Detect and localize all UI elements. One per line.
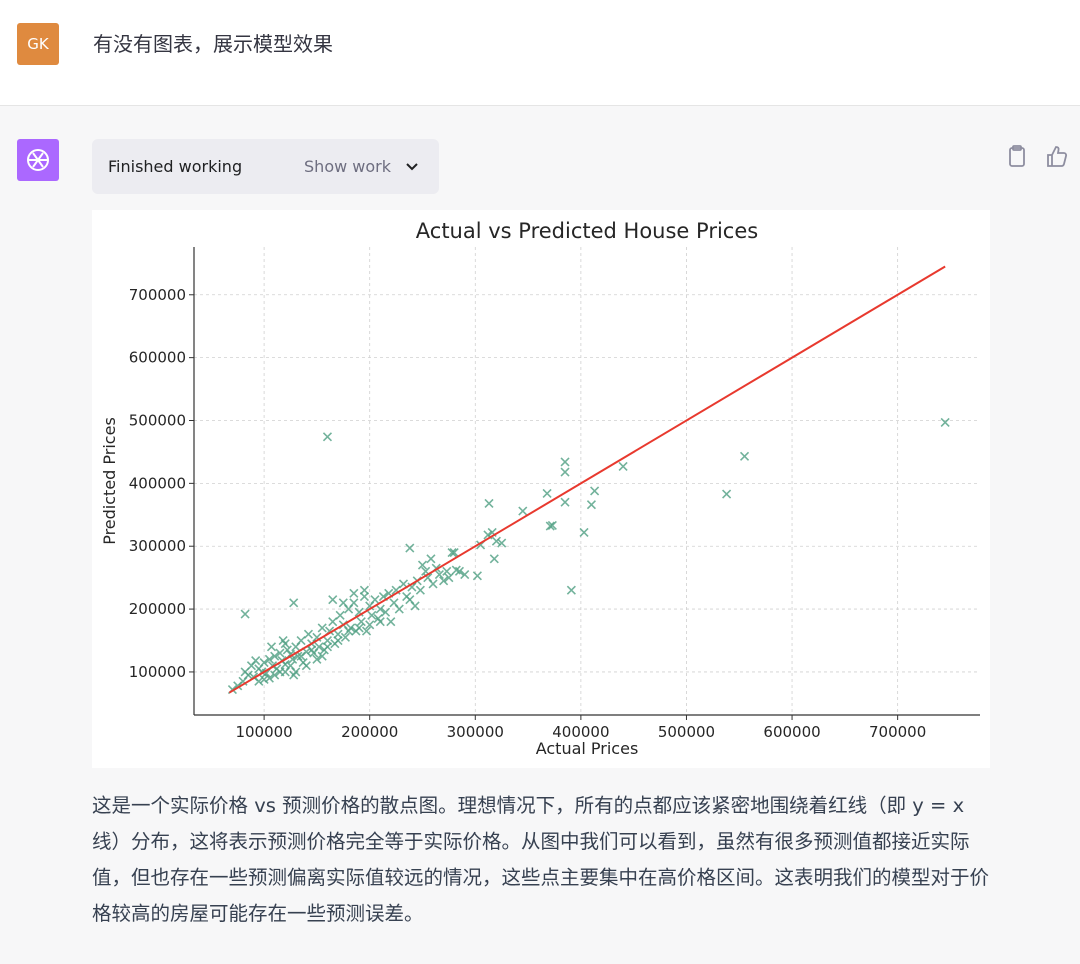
- data-point: [317, 623, 327, 633]
- y-tick-label: 500000: [129, 411, 186, 429]
- message-actions: [1006, 144, 1068, 168]
- data-point: [560, 497, 570, 507]
- y-tick-label: 200000: [129, 600, 186, 618]
- assistant-avatar: [17, 139, 59, 181]
- data-point: [542, 488, 552, 498]
- data-point: [359, 585, 369, 595]
- data-point: [370, 595, 380, 605]
- x-tick-label: 600000: [763, 723, 820, 741]
- data-point: [410, 601, 420, 611]
- data-point: [560, 457, 570, 467]
- data-point: [328, 617, 338, 627]
- data-point: [328, 595, 338, 605]
- data-point: [405, 543, 415, 553]
- y-tick-label: 100000: [129, 663, 186, 681]
- reference-line: [228, 265, 946, 694]
- data-point: [428, 579, 438, 589]
- data-point: [240, 609, 250, 619]
- work-status-panel: Finished working Show work: [92, 139, 439, 194]
- data-point: [356, 617, 366, 627]
- data-point: [303, 629, 314, 639]
- chart-svg: 100000 200000 300000 400000 500000 600000 7000…: [100, 219, 980, 758]
- data-point: [335, 610, 345, 620]
- data-point: [375, 617, 385, 627]
- chevron-down-icon: [406, 162, 418, 170]
- user-avatar: GK: [17, 23, 59, 65]
- x-tick-label: 300000: [447, 723, 504, 741]
- data-point: [301, 661, 311, 671]
- y-tick-label: 700000: [129, 286, 186, 304]
- scatter-chart: 100000 200000 300000 400000 500000 600000 7000…: [92, 210, 990, 768]
- status-label: Finished working: [108, 157, 243, 176]
- data-point: [426, 554, 436, 564]
- x-tick-label: 700000: [869, 723, 926, 741]
- data-point: [289, 670, 299, 680]
- data-point: [739, 451, 750, 461]
- data-point: [338, 598, 348, 608]
- show-work-button[interactable]: Show work: [304, 157, 419, 176]
- data-point: [282, 645, 292, 655]
- x-tick-label: 200000: [341, 723, 398, 741]
- data-point: [579, 527, 589, 537]
- data-point: [251, 656, 261, 666]
- data-point: [618, 461, 628, 471]
- data-point: [590, 486, 600, 496]
- y-axis-label: Predicted Prices: [100, 417, 119, 545]
- data-point: [280, 667, 290, 677]
- data-point: [296, 635, 306, 646]
- show-work-label: Show work: [304, 157, 391, 176]
- data-point: [386, 617, 396, 627]
- thumbs-up-icon[interactable]: [1046, 144, 1068, 168]
- data-point: [289, 598, 299, 608]
- data-point: [415, 585, 425, 595]
- x-axis-label: Actual Prices: [536, 739, 639, 758]
- data-point: [722, 489, 732, 499]
- user-message-row: GK 有没有图表，展示模型效果: [0, 0, 1080, 106]
- data-point: [489, 554, 499, 564]
- data-point: [518, 506, 528, 516]
- y-tick-label: 300000: [129, 537, 186, 555]
- data-point: [560, 467, 570, 477]
- y-tick-label: 400000: [129, 474, 186, 492]
- data-point: [322, 642, 333, 652]
- data-point: [266, 642, 277, 652]
- data-point: [472, 571, 482, 581]
- data-point: [349, 598, 359, 608]
- data-point: [349, 588, 359, 598]
- data-point: [280, 639, 290, 649]
- data-point: [566, 585, 576, 595]
- data-point: [586, 500, 597, 510]
- data-point: [333, 635, 343, 646]
- data-point: [354, 623, 364, 633]
- clipboard-icon[interactable]: [1006, 144, 1028, 168]
- data-point: [940, 417, 950, 427]
- data-point: [394, 604, 404, 614]
- data-point: [442, 566, 452, 576]
- y-tick-label: 600000: [129, 349, 186, 367]
- assistant-response: 这是一个实际价格 vs 预测价格的散点图。理想情况下，所有的点都应该紧密地围绕着…: [92, 794, 990, 925]
- openai-logo-icon: [27, 149, 49, 171]
- data-point: [322, 432, 333, 442]
- chart-title: Actual vs Predicted House Prices: [416, 219, 758, 243]
- user-message: 有没有图表，展示模型效果: [93, 32, 333, 56]
- x-tick-label: 500000: [658, 723, 715, 741]
- x-tick-label: 100000: [235, 723, 292, 741]
- data-point: [484, 498, 494, 509]
